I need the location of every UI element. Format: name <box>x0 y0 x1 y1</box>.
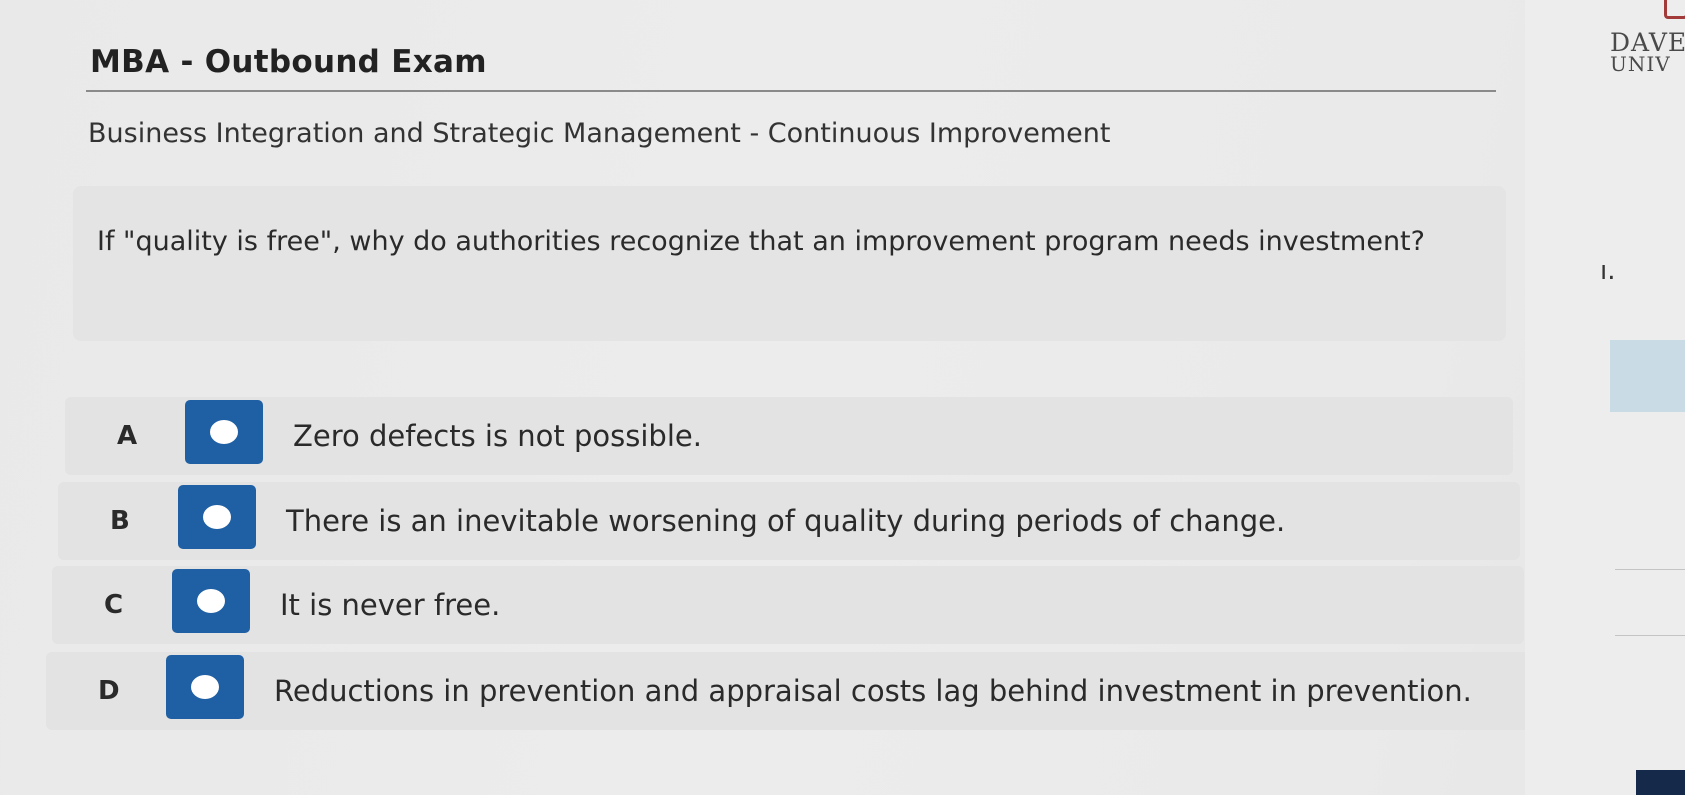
side-divider <box>1615 635 1685 636</box>
side-text-fragment: ı. <box>1600 256 1616 286</box>
radio-button-a[interactable] <box>185 400 263 464</box>
option-text: Zero defects is not possible. <box>293 419 702 453</box>
radio-button-d[interactable] <box>166 655 244 719</box>
option-letter: C <box>104 590 124 620</box>
radio-unselected-icon <box>191 675 219 699</box>
radio-button-b[interactable] <box>178 485 256 549</box>
side-footer-block <box>1636 770 1685 795</box>
option-text: There is an inevitable worsening of qual… <box>286 504 1286 538</box>
answer-option-c[interactable]: C It is never free. <box>52 566 1524 644</box>
question-card: If "quality is free", why do authorities… <box>73 186 1506 341</box>
option-letter: A <box>117 421 138 451</box>
radio-button-c[interactable] <box>172 569 250 633</box>
option-text: Reductions in prevention and appraisal c… <box>274 674 1472 708</box>
exam-title: MBA - Outbound Exam <box>90 44 487 80</box>
university-logo-subtext: UNIV <box>1610 52 1671 76</box>
question-text: If "quality is free", why do authorities… <box>97 226 1425 257</box>
radio-unselected-icon <box>197 589 225 613</box>
radio-unselected-icon <box>203 505 231 529</box>
side-highlight-band <box>1610 340 1685 412</box>
side-divider <box>1615 569 1685 570</box>
university-logo-icon <box>1664 0 1685 19</box>
option-letter: B <box>110 506 130 536</box>
title-divider <box>86 90 1496 92</box>
radio-unselected-icon <box>210 420 238 444</box>
answer-option-d[interactable]: D Reductions in prevention and appraisal… <box>46 652 1530 730</box>
option-letter: D <box>98 676 120 706</box>
section-heading: Business Integration and Strategic Manag… <box>88 118 1111 149</box>
answer-option-b[interactable]: B There is an inevitable worsening of qu… <box>58 482 1520 560</box>
answer-option-a[interactable]: A Zero defects is not possible. <box>65 397 1513 475</box>
option-text: It is never free. <box>280 588 501 622</box>
